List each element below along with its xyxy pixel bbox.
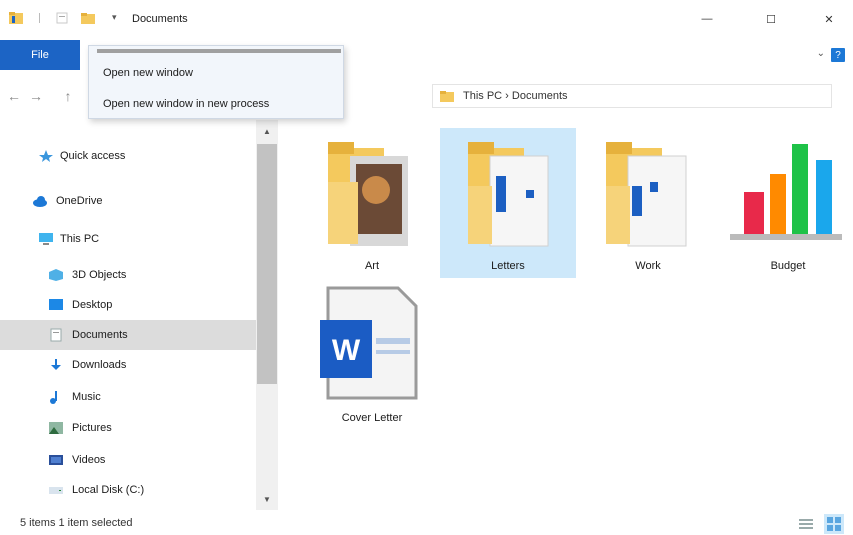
svg-text:W: W xyxy=(332,334,361,367)
folder-icon xyxy=(328,142,408,246)
large-icons-view-icon[interactable] xyxy=(824,514,844,534)
sidebar-item-videos[interactable]: Videos xyxy=(0,445,256,475)
close-button[interactable]: ✕ xyxy=(814,4,844,34)
content-item-budget[interactable]: Budget xyxy=(720,128,853,278)
sidebar-item-downloads[interactable]: Downloads xyxy=(0,350,256,380)
content-item-work[interactable]: Work xyxy=(580,128,716,278)
maximize-button[interactable]: ☐ xyxy=(756,4,786,34)
quick-access-separator-icon xyxy=(39,13,40,23)
sidebar-item-label: This PC xyxy=(60,233,100,245)
content-item-label: Cover Letter xyxy=(341,412,403,424)
status-text: 5 items 1 item selected xyxy=(20,517,133,529)
sidebar-item-quick-access[interactable]: Quick access xyxy=(0,141,256,171)
address-bar[interactable]: This PC › Documents xyxy=(432,84,832,108)
computer-icon xyxy=(39,233,53,245)
sidebar-item-documents[interactable]: Documents xyxy=(0,320,256,350)
scroll-up-icon[interactable]: ▲ xyxy=(260,124,274,138)
videos-icon xyxy=(49,455,63,465)
desktop-icon xyxy=(49,299,63,310)
new-folder-icon[interactable] xyxy=(80,10,96,26)
content-item-cover-letter[interactable]: W Cover Letter xyxy=(304,282,440,432)
help-icon[interactable]: ? xyxy=(831,48,845,62)
folder-icon xyxy=(606,142,687,247)
sidebar-scrollbar[interactable]: ▲ ▼ xyxy=(256,120,278,510)
sidebar-item-label: Downloads xyxy=(72,359,127,371)
file-menu-dropdown: Open new window Open new window in new p… xyxy=(88,45,344,119)
cloud-icon xyxy=(33,196,47,207)
download-icon xyxy=(51,359,61,370)
scrollbar-thumb[interactable] xyxy=(257,144,277,384)
sidebar-item-music[interactable]: Music xyxy=(0,382,256,412)
explorer-app-icon[interactable] xyxy=(8,10,24,26)
forward-button[interactable]: → xyxy=(26,86,46,106)
word-file-icon: W xyxy=(320,286,418,400)
content-item-art[interactable]: Art xyxy=(304,128,440,278)
up-button[interactable]: ↑ xyxy=(58,86,78,106)
sidebar-item-label: Documents xyxy=(72,329,128,341)
back-button[interactable]: ← xyxy=(4,86,24,106)
content-item-letters[interactable]: Letters xyxy=(440,128,576,278)
status-bar: 5 items 1 item selected xyxy=(0,512,853,535)
pictures-icon xyxy=(49,422,63,434)
content-item-label: Letters xyxy=(491,260,525,272)
folder-icon xyxy=(440,91,454,102)
sidebar-item-onedrive[interactable]: OneDrive xyxy=(0,186,256,216)
navigation-pane: Quick access OneDrive This PC 3D Objects… xyxy=(0,120,256,515)
content-item-label: Budget xyxy=(770,260,806,272)
content-item-label: Art xyxy=(364,260,380,272)
sidebar-item-pictures[interactable]: Pictures xyxy=(0,413,256,443)
sidebar-item-label: 3D Objects xyxy=(72,269,127,281)
address-path: This PC › Documents xyxy=(463,90,568,102)
sidebar-item-label: Desktop xyxy=(72,299,113,311)
sidebar-item-label: Music xyxy=(72,391,101,403)
minimize-button[interactable]: — xyxy=(692,4,722,34)
scroll-down-icon[interactable]: ▼ xyxy=(260,492,274,506)
sidebar-item-desktop[interactable]: Desktop xyxy=(0,290,256,320)
music-icon xyxy=(50,391,57,404)
details-view-icon[interactable] xyxy=(796,514,816,534)
menu-divider xyxy=(97,49,341,53)
folder-icon xyxy=(468,142,549,247)
menu-item-open-new-window[interactable]: Open new window xyxy=(103,67,193,79)
sidebar-item-label: Pictures xyxy=(72,422,112,434)
customize-quick-access-icon[interactable]: ▾ xyxy=(112,12,117,23)
sidebar-item-label: Quick access xyxy=(60,150,126,162)
window-title: Documents xyxy=(132,13,188,25)
sidebar-item-3d-objects[interactable]: 3D Objects xyxy=(0,260,256,290)
sidebar-item-label: OneDrive xyxy=(56,195,103,207)
cube-icon xyxy=(49,269,63,281)
content-item-label: Work xyxy=(635,260,661,272)
sidebar-item-local-disk[interactable]: Local Disk (C:) xyxy=(0,475,256,505)
title-bar: ▾ Documents — ☐ ✕ xyxy=(0,0,853,40)
star-icon xyxy=(39,150,53,162)
chart-file-icon xyxy=(730,144,842,240)
drive-icon xyxy=(49,487,63,494)
ribbon-collapse-icon[interactable]: ⌄ xyxy=(817,48,825,59)
menu-item-open-new-window-new-process[interactable]: Open new window in new process xyxy=(103,98,269,110)
documents-icon xyxy=(50,328,62,342)
sidebar-item-this-pc[interactable]: This PC xyxy=(0,224,256,254)
sidebar-item-label: Videos xyxy=(72,454,106,466)
properties-icon[interactable] xyxy=(54,10,70,26)
sidebar-item-label: Local Disk (C:) xyxy=(72,484,145,496)
tab-file[interactable]: File xyxy=(0,40,80,70)
